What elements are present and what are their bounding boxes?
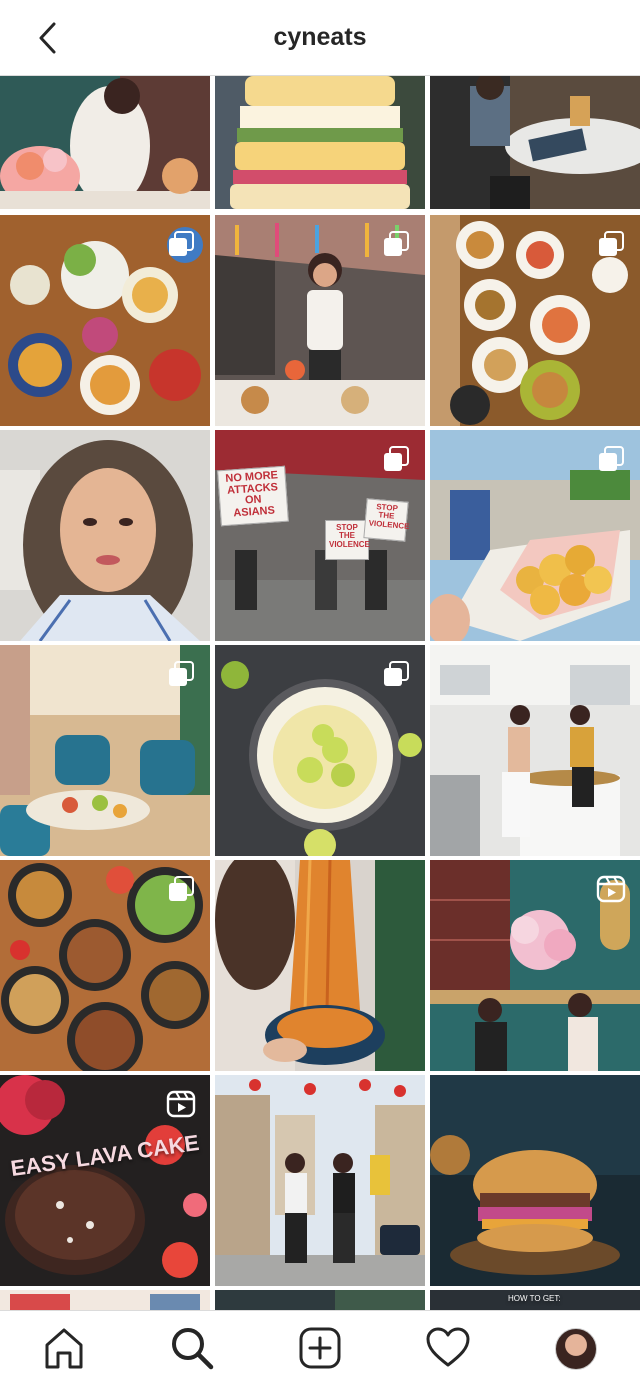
grid-tile[interactable] bbox=[430, 860, 640, 1071]
carousel-icon bbox=[169, 231, 194, 256]
grid-tile[interactable] bbox=[0, 860, 210, 1071]
tile-image bbox=[430, 76, 640, 209]
tile-image bbox=[0, 1290, 210, 1310]
grid-tile[interactable] bbox=[215, 1290, 425, 1310]
grid-tile[interactable] bbox=[0, 76, 210, 209]
bottom-nav bbox=[0, 1310, 640, 1386]
carousel-icon bbox=[599, 446, 624, 471]
nav-home[interactable] bbox=[41, 1325, 87, 1371]
grid-tile[interactable] bbox=[215, 76, 425, 209]
tile-image bbox=[0, 430, 210, 641]
tile-image bbox=[215, 1290, 425, 1310]
reel-icon bbox=[596, 875, 626, 903]
protest-sign: NO MORE ATTACKS ON ASIANS bbox=[217, 465, 289, 527]
protest-sign: STOP THE VIOLENCE bbox=[363, 498, 410, 542]
carousel-icon bbox=[169, 661, 194, 686]
tile-image bbox=[0, 76, 210, 209]
grid-tile[interactable] bbox=[0, 430, 210, 641]
grid-tile[interactable] bbox=[430, 1075, 640, 1286]
grid-tile[interactable]: NO MORE ATTACKS ON ASIANS STOP THE VIOLE… bbox=[215, 430, 425, 641]
grid-tile[interactable] bbox=[0, 645, 210, 856]
protest-sign: STOP THE VIOLENCE bbox=[325, 520, 370, 560]
tile-image bbox=[215, 1075, 425, 1286]
reel-icon bbox=[166, 1090, 196, 1118]
tile-image bbox=[215, 76, 425, 209]
grid-tile[interactable]: HOW TO GET: bbox=[430, 1290, 640, 1310]
top-bar: cyneats bbox=[0, 0, 640, 76]
nav-activity[interactable] bbox=[425, 1325, 471, 1371]
heart-icon bbox=[426, 1327, 470, 1367]
grid-tile[interactable] bbox=[215, 1075, 425, 1286]
grid-tile[interactable]: EASY LAVA CAKE bbox=[0, 1075, 210, 1286]
nav-profile-avatar[interactable] bbox=[555, 1328, 597, 1370]
tile-image bbox=[430, 645, 640, 856]
tile-overlay-text: HOW TO GET: bbox=[508, 1294, 561, 1303]
nav-search[interactable] bbox=[169, 1325, 215, 1371]
grid-tile[interactable] bbox=[0, 1290, 210, 1310]
grid-tile[interactable] bbox=[430, 645, 640, 856]
grid-tile[interactable] bbox=[215, 860, 425, 1071]
grid-tile[interactable] bbox=[0, 215, 210, 426]
tile-image bbox=[215, 860, 425, 1071]
carousel-icon bbox=[599, 231, 624, 256]
grid-tile[interactable] bbox=[430, 430, 640, 641]
carousel-icon bbox=[384, 661, 409, 686]
photo-grid: NO MORE ATTACKS ON ASIANS STOP THE VIOLE… bbox=[0, 76, 640, 1310]
carousel-icon bbox=[384, 231, 409, 256]
nav-new-post[interactable] bbox=[297, 1325, 343, 1371]
new-post-icon bbox=[299, 1327, 341, 1369]
carousel-icon bbox=[384, 446, 409, 471]
grid-tile[interactable] bbox=[215, 645, 425, 856]
grid-tile[interactable] bbox=[430, 215, 640, 426]
tile-image bbox=[430, 1075, 640, 1286]
carousel-icon bbox=[169, 876, 194, 901]
page-title: cyneats bbox=[273, 23, 367, 51]
grid-tile[interactable] bbox=[215, 215, 425, 426]
home-icon bbox=[45, 1328, 83, 1369]
search-icon bbox=[172, 1328, 214, 1370]
grid-tile[interactable] bbox=[430, 76, 640, 209]
